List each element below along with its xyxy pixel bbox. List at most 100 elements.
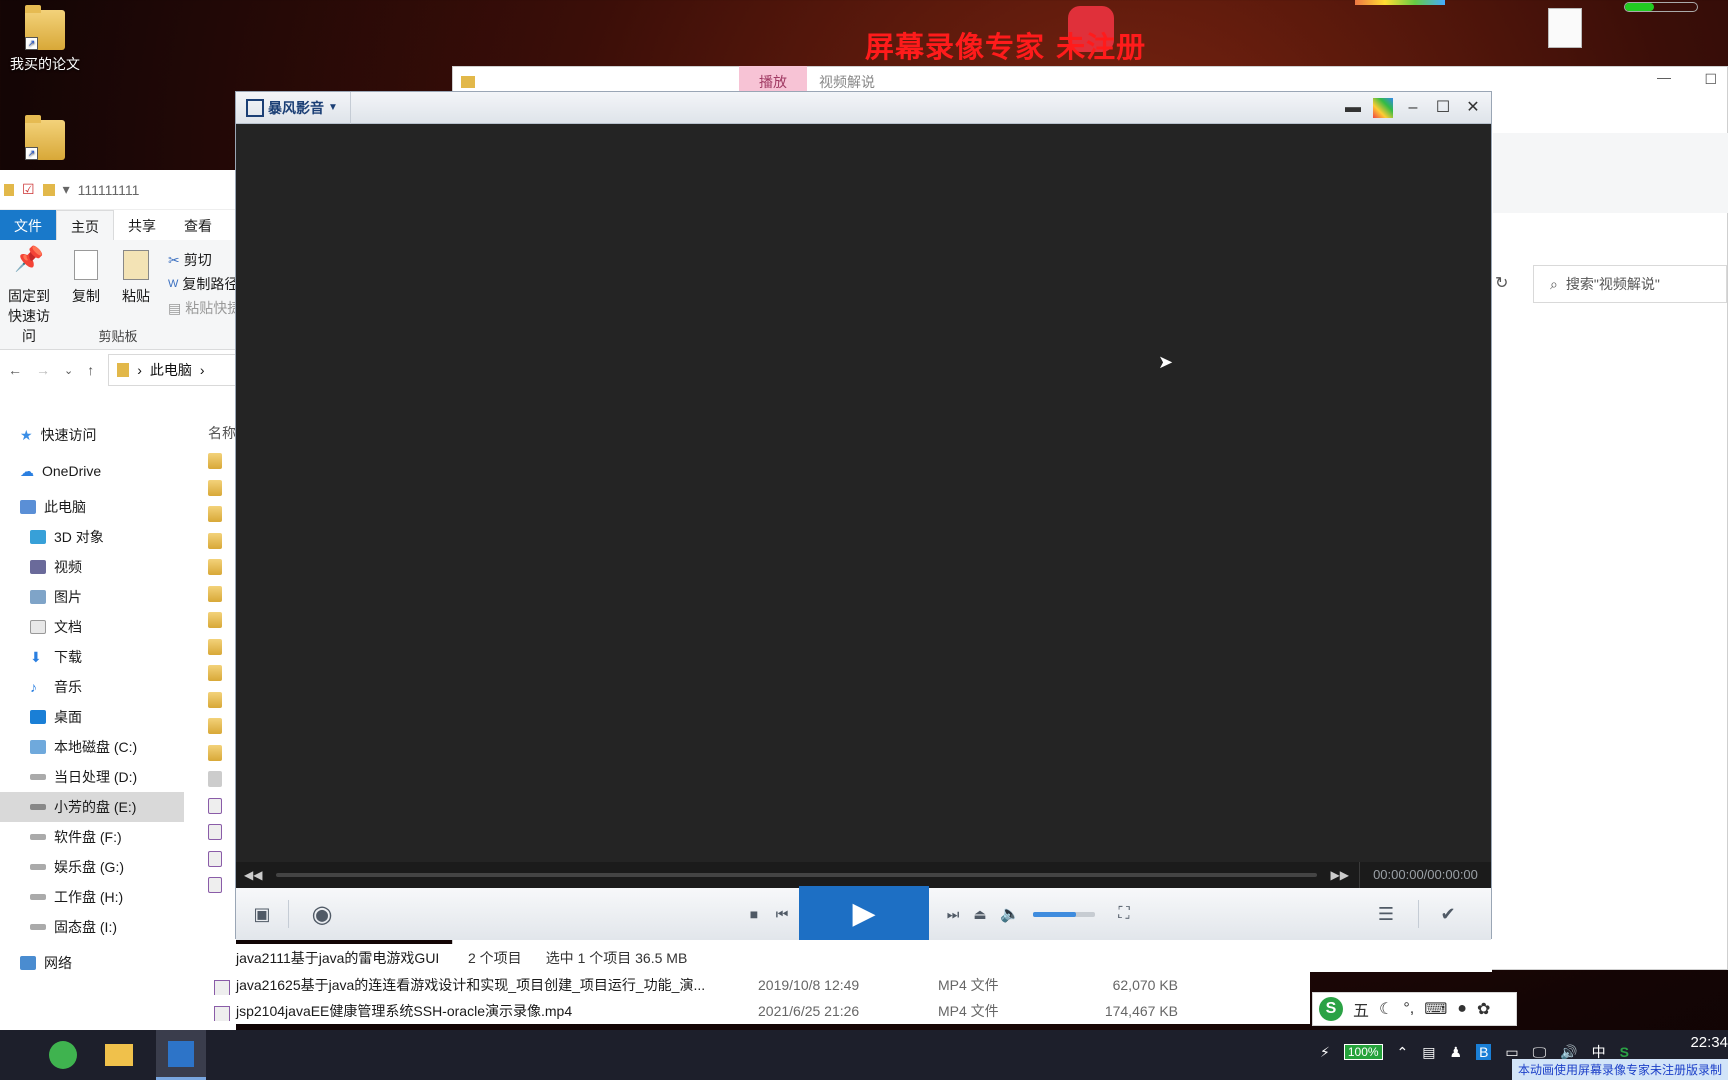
nav-this-pc[interactable]: 此电脑	[0, 492, 184, 522]
tab-file[interactable]: 文件	[0, 210, 56, 240]
desktop-icon-papers[interactable]: ↗ 我买的论文	[0, 5, 95, 74]
address-input[interactable]: › 此电脑 ›	[108, 354, 236, 386]
document-icon	[30, 620, 46, 634]
eye-icon[interactable]: ◉	[297, 896, 347, 932]
tab-view[interactable]: 查看	[170, 210, 226, 240]
paste-button[interactable]: 粘贴	[116, 250, 156, 306]
copy-path-label: 复制路径	[182, 276, 239, 292]
video-file-icon	[208, 797, 222, 814]
column-header-name[interactable]: 名称	[208, 423, 236, 443]
punctuation-icon[interactable]: °,	[1403, 1000, 1414, 1018]
minimize-button[interactable]: –	[1403, 98, 1423, 118]
search-input[interactable]: ⌕ 搜索"视频解说"	[1533, 265, 1727, 303]
ime-mode[interactable]: 五	[1353, 997, 1369, 1021]
tray-app-icon[interactable]: ♟	[1450, 1044, 1463, 1061]
nav-drive-e[interactable]: 小芳的盘 (E:)	[0, 792, 184, 822]
battery-indicator[interactable]: 100%	[1343, 1044, 1383, 1060]
video-display-area[interactable]: ➤	[236, 124, 1491, 874]
tray-app-icon[interactable]: B	[1476, 1044, 1492, 1060]
nav-music[interactable]: ♪ 音乐	[0, 672, 184, 702]
settings-check-icon[interactable]: ✔	[1430, 896, 1466, 932]
folder-icon	[4, 183, 14, 196]
back-icon[interactable]: ←	[8, 362, 22, 378]
breadcrumb-this-pc[interactable]: 此电脑	[150, 360, 192, 380]
forward-icon[interactable]: →	[36, 362, 50, 378]
desktop-icon-new-doc[interactable]	[1515, 8, 1615, 52]
toolbox-icon[interactable]: ▣	[244, 896, 280, 932]
nav-desktop[interactable]: 桌面	[0, 702, 184, 732]
nav-documents[interactable]: 文档	[0, 612, 184, 642]
dropdown-icon[interactable]: ▾	[63, 181, 70, 198]
tray-app-icon[interactable]: ▭	[1505, 1044, 1518, 1061]
seek-slider[interactable]	[276, 873, 1317, 877]
paste-label: 粘贴	[122, 288, 150, 304]
address-bar: ← → ⌄ ↑ › 此电脑 ›	[0, 350, 236, 390]
fast-forward-icon[interactable]: ▶▶	[1331, 868, 1349, 882]
nav-quick-access[interactable]: ★ 快速访问	[0, 420, 184, 450]
file-row[interactable]: jsp2104javaEE健康管理系统SSH-oracle演示录像.mp4 20…	[210, 998, 1310, 1024]
chat-icon[interactable]: ▬	[1343, 98, 1363, 118]
nav-downloads[interactable]: ⬇ 下载	[0, 642, 184, 672]
desktop-icon-folder[interactable]: ↗	[0, 115, 95, 164]
explorer-taskbar-button[interactable]	[94, 1030, 144, 1080]
file-row[interactable]: java2111基于java的雷电游戏GUI	[210, 944, 452, 972]
player-taskbar-button[interactable]	[156, 1030, 206, 1080]
skin-icon[interactable]	[1373, 98, 1393, 118]
user-icon[interactable]: ●	[1457, 1000, 1467, 1018]
close-button[interactable]: ✕	[1463, 98, 1483, 118]
nav-drive-c[interactable]: 本地磁盘 (C:)	[0, 732, 184, 762]
copy-path-button[interactable]: W 复制路径	[168, 274, 238, 294]
new-folder-icon[interactable]	[42, 183, 55, 196]
playlist-icon[interactable]: ☰	[1368, 896, 1404, 932]
nav-drive-i[interactable]: 固态盘 (I:)	[0, 912, 184, 942]
ribbon-group-label: 剪贴板	[98, 329, 138, 344]
volume-icon[interactable]: 🔈	[992, 896, 1028, 932]
minimize-button[interactable]: —	[1657, 69, 1671, 85]
file-row[interactable]: java21625基于java的连连看游戏设计和实现_项目创建_项目运行_功能_…	[210, 972, 1310, 998]
nav-videos[interactable]: 视频	[0, 552, 184, 582]
recent-dropdown-icon[interactable]: ⌄	[64, 364, 73, 377]
play-button[interactable]: ▶	[799, 886, 929, 940]
volume-slider[interactable]	[1033, 912, 1095, 917]
nav-drive-f[interactable]: 软件盘 (F:)	[0, 822, 184, 852]
moon-icon[interactable]: ☾	[1379, 999, 1393, 1019]
nav-onedrive[interactable]: ☁ OneDrive	[0, 456, 184, 486]
nav-network[interactable]: 网络	[0, 948, 184, 978]
up-icon[interactable]: ↑	[87, 362, 94, 378]
file-size: 174,467 KB	[1104, 1003, 1178, 1019]
apps-icon[interactable]: ✿	[1477, 999, 1490, 1019]
nav-label: 音乐	[54, 679, 82, 695]
properties-icon[interactable]: ☑	[22, 181, 35, 198]
browser-taskbar-button[interactable]	[38, 1030, 88, 1080]
rewind-icon[interactable]: ◀◀	[244, 868, 262, 882]
nav-label: 固态盘 (I:)	[54, 919, 117, 935]
power-icon[interactable]: ⚡	[1320, 1044, 1330, 1061]
tab-home[interactable]: 主页	[56, 210, 114, 240]
volume-icon[interactable]: 🔊	[1560, 1044, 1577, 1061]
nav-pictures[interactable]: 图片	[0, 582, 184, 612]
maximize-button[interactable]: ☐	[1704, 71, 1717, 88]
player-menu-button[interactable]: 暴风影音 ▼	[246, 91, 351, 124]
network-icon[interactable]: 🖵	[1533, 1044, 1547, 1061]
chevron-up-icon[interactable]: ⌃	[1397, 1044, 1409, 1061]
previous-button[interactable]: ⏮	[764, 896, 800, 932]
maximize-button[interactable]: ☐	[1433, 98, 1453, 118]
copy-button[interactable]: 复制	[66, 250, 106, 306]
sogou-ime-icon[interactable]: S	[1319, 997, 1343, 1021]
clock[interactable]: 22:34	[1690, 1034, 1728, 1051]
nav-drive-h[interactable]: 工作盘 (H:)	[0, 882, 184, 912]
cut-button[interactable]: ✂ 剪切	[168, 250, 212, 270]
refresh-icon[interactable]: ↻	[1495, 273, 1508, 293]
drive-icon	[30, 924, 46, 930]
fullscreen-icon[interactable]: ⛶	[1106, 896, 1142, 932]
tray-app-icon[interactable]: ▤	[1422, 1044, 1435, 1061]
keyboard-icon[interactable]: ⌨	[1424, 999, 1447, 1019]
nav-drive-d[interactable]: 当日处理 (D:)	[0, 762, 184, 792]
tab-share[interactable]: 共享	[114, 210, 170, 240]
nav-label: 软件盘 (F:)	[54, 829, 122, 845]
desktop-widget-bar	[1624, 2, 1698, 12]
playback-time: 00:00:00/00:00:00	[1359, 862, 1491, 888]
nav-drive-g[interactable]: 娱乐盘 (G:)	[0, 852, 184, 882]
sogou-tray-icon[interactable]: S	[1620, 1044, 1629, 1060]
nav-3d-objects[interactable]: 3D 对象	[0, 522, 184, 552]
